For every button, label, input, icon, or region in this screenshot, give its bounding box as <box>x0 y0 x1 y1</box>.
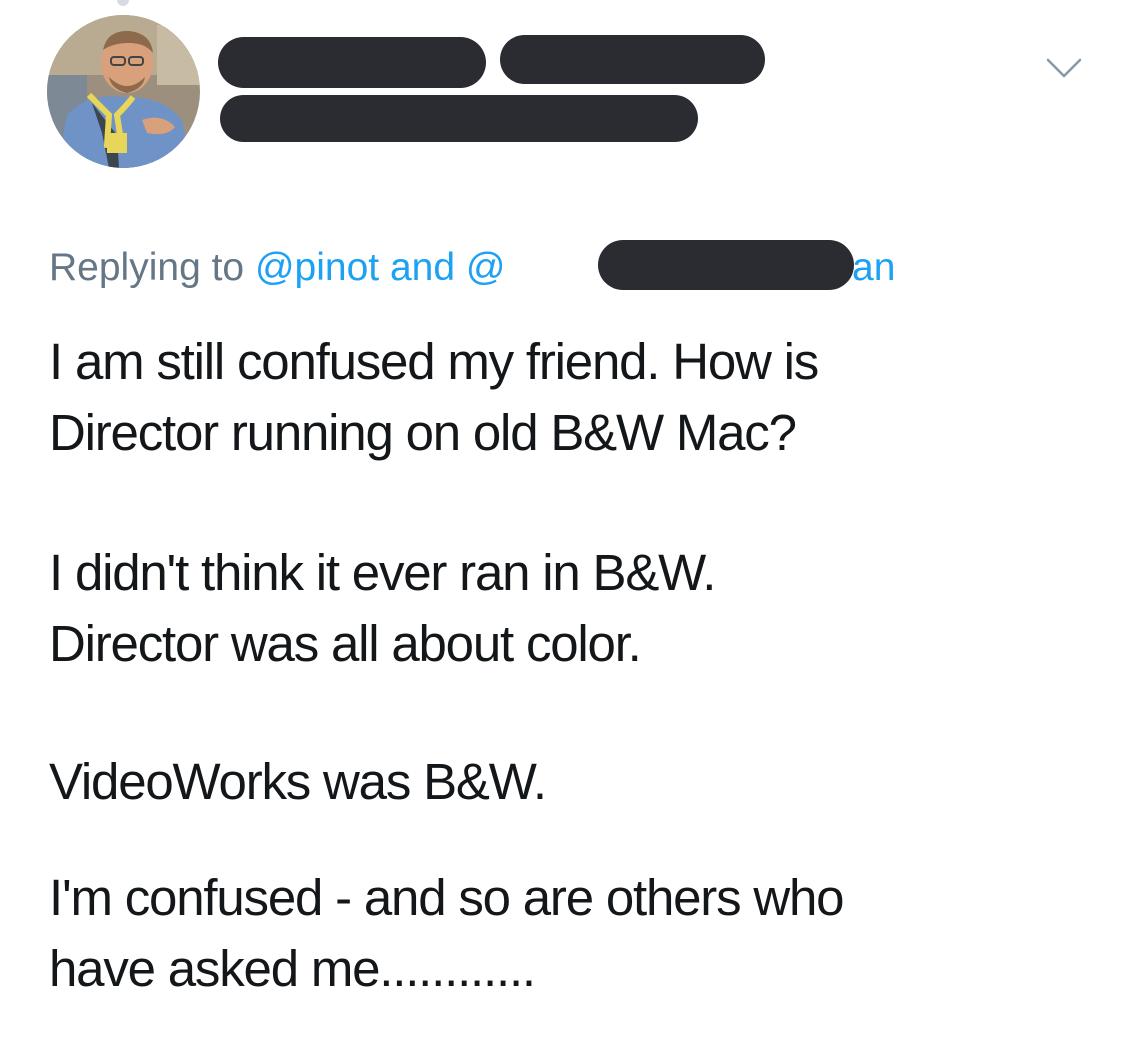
tweet-text-paragraph-2: I didn't think it ever ran in B&W. Direc… <box>49 544 716 672</box>
mention-link-pinot[interactable]: @pinot <box>255 246 379 289</box>
redacted-display-name-part-2 <box>500 35 765 84</box>
replying-to-line: Replying to @pinot and @ <box>49 243 506 293</box>
redacted-mention <box>598 240 854 290</box>
avatar[interactable] <box>47 15 200 168</box>
mention-link-redacted-suffix[interactable]: an <box>852 243 895 293</box>
tweet: Replying to @pinot and @ an I am still c… <box>0 0 1125 1047</box>
chevron-down-icon[interactable] <box>1046 56 1082 82</box>
tweet-text-paragraph-1: I am still confused my friend. How is Di… <box>49 333 819 461</box>
tweet-text-paragraph-3: VideoWorks was B&W. <box>49 753 547 810</box>
redacted-name-fragment <box>478 50 481 72</box>
replying-to-label: Replying to <box>49 246 245 289</box>
redacted-username <box>220 95 698 142</box>
thread-connector <box>117 0 129 6</box>
redacted-display-name <box>218 37 486 88</box>
mention-connector: and <box>389 246 456 289</box>
tweet-text-paragraph-4: I'm confused - and so are others who hav… <box>49 869 845 997</box>
mention-link-redacted[interactable]: @ <box>466 246 506 289</box>
